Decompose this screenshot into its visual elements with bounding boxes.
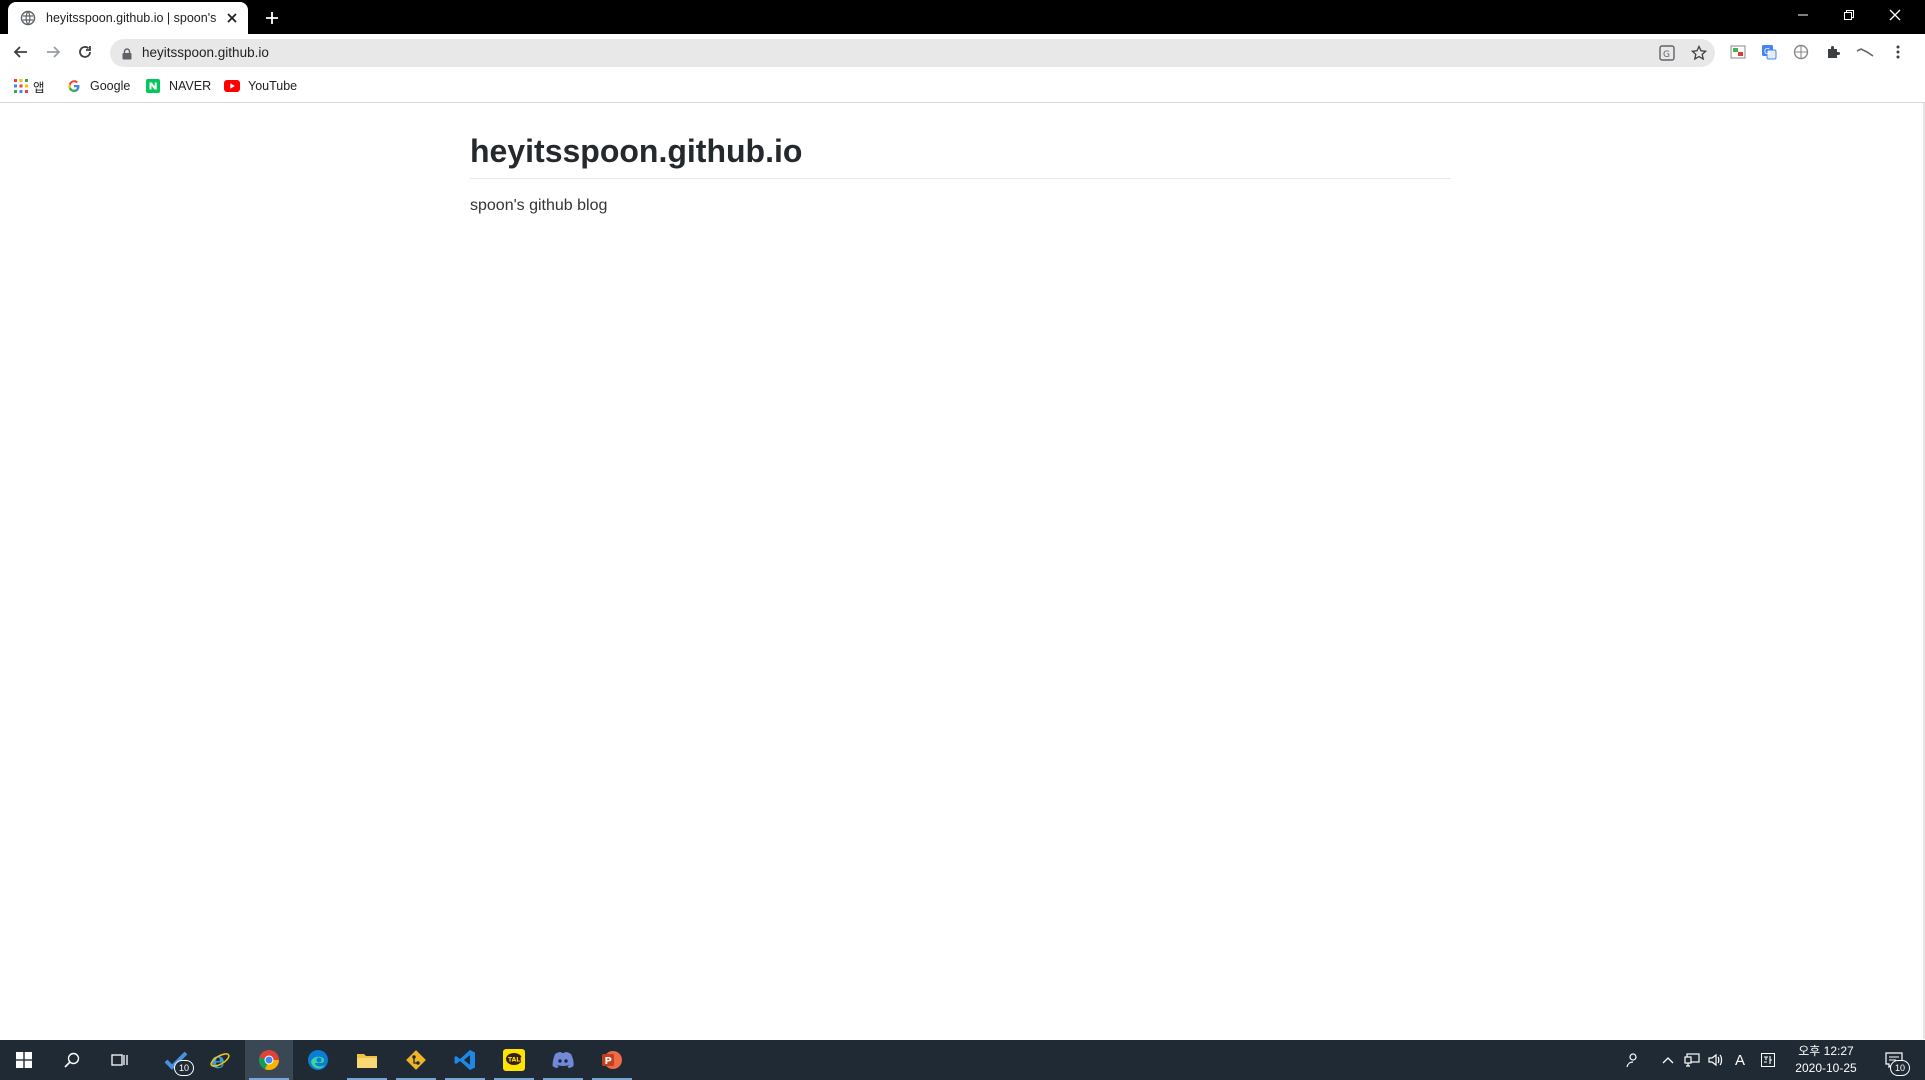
powerpoint-icon: P <box>602 1051 622 1069</box>
taskbar-git[interactable] <box>392 1040 440 1080</box>
svg-text:P: P <box>605 1056 612 1067</box>
clock-time: 오후 12:27 <box>1798 1044 1854 1058</box>
search-icon <box>64 1052 80 1068</box>
git-icon <box>406 1050 426 1070</box>
taskbar-edge[interactable] <box>294 1040 342 1080</box>
internet-explorer-icon: e <box>210 1049 230 1071</box>
puzzle-icon[interactable] <box>1823 42 1843 62</box>
bookmark-naver[interactable]: NAVER <box>145 77 211 95</box>
taskbar-file-explorer[interactable] <box>343 1040 391 1080</box>
discord-icon <box>552 1052 574 1068</box>
start-button[interactable] <box>0 1040 48 1080</box>
bookmark-label: YouTube <box>248 79 298 93</box>
taskbar-kakaotalk[interactable]: TALK <box>490 1040 538 1080</box>
back-button[interactable] <box>9 40 33 64</box>
svg-text:G: G <box>1663 50 1670 60</box>
tab-strip: heyitsspoon.github.io | spoon's github b… <box>0 0 1925 34</box>
taskbar-internet-explorer[interactable]: e <box>196 1040 244 1080</box>
globe-icon <box>20 10 36 26</box>
star-icon[interactable] <box>1689 43 1709 63</box>
vscode-icon <box>454 1050 475 1070</box>
reload-button[interactable] <box>73 40 97 64</box>
page-content: heyitsspoon.github.io spoon's github blo… <box>470 133 1451 215</box>
back-icon <box>13 46 27 58</box>
tab-title: heyitsspoon.github.io | spoon's github b… <box>46 11 218 25</box>
search-button[interactable] <box>48 1040 96 1080</box>
extension-image-icon[interactable] <box>1728 42 1748 62</box>
browser-tab[interactable]: heyitsspoon.github.io | spoon's github b… <box>8 2 248 34</box>
notification-badge: 10 <box>1890 1060 1910 1076</box>
naver-icon <box>145 78 161 94</box>
globe-extension-icon[interactable] <box>1791 42 1811 62</box>
network-icon[interactable] <box>1680 1040 1704 1080</box>
taskbar-powerpoint[interactable]: P <box>588 1040 636 1080</box>
bookmarks-bar: 앱 Google NAVER YouTube <box>0 70 1925 103</box>
google-translate-extension-icon[interactable]: G <box>1759 42 1779 62</box>
reload-icon <box>79 46 91 58</box>
apps-label: 앱 <box>33 80 45 95</box>
browser-toolbar: heyitsspoon.github.io G G <box>0 34 1925 70</box>
volume-icon[interactable] <box>1704 1040 1728 1080</box>
minimize-button[interactable] <box>1780 0 1826 30</box>
taskbar-discord[interactable] <box>539 1040 587 1080</box>
clock-date: 2020-10-25 <box>1795 1061 1857 1075</box>
forward-icon <box>47 46 61 58</box>
apps-grid-icon <box>13 78 29 94</box>
chrome-icon <box>258 1050 280 1071</box>
address-bar[interactable]: heyitsspoon.github.io G <box>110 39 1715 67</box>
close-window-button[interactable] <box>1872 0 1918 30</box>
forward-button[interactable] <box>41 40 65 64</box>
kakaotalk-icon: TALK <box>503 1049 525 1071</box>
taskbar-todo[interactable]: 10 <box>152 1040 200 1080</box>
taskbar: 10 e TALK P A 오후 12:27 2020-10-25 10 <box>0 1040 1925 1080</box>
lock-icon[interactable] <box>122 47 132 65</box>
folder-icon <box>357 1054 377 1068</box>
apps-shortcut[interactable]: 앱 <box>13 77 45 95</box>
bookmark-label: Google <box>90 79 131 93</box>
profile-icon[interactable] <box>1855 42 1875 62</box>
chevron-up-icon[interactable] <box>1656 1040 1680 1080</box>
taskbar-vscode[interactable] <box>441 1040 489 1080</box>
task-view-button[interactable] <box>96 1040 144 1080</box>
bookmark-label: NAVER <box>169 79 212 93</box>
menu-icon[interactable] <box>1888 42 1908 62</box>
page-title[interactable]: heyitsspoon.github.io <box>470 133 1451 179</box>
new-tab-button[interactable] <box>260 6 284 30</box>
close-tab-icon[interactable] <box>224 10 240 26</box>
translate-icon[interactable]: G <box>1657 43 1677 63</box>
todo-badge: 10 <box>174 1060 194 1076</box>
windows-icon <box>16 1052 32 1068</box>
svg-text:TALK: TALK <box>508 1057 525 1064</box>
bookmark-youtube[interactable]: YouTube <box>224 77 297 95</box>
restore-button[interactable] <box>1826 0 1872 30</box>
page-description: spoon's github blog <box>470 197 608 214</box>
ime-mode-label[interactable]: A <box>1728 1040 1752 1080</box>
url-text[interactable]: heyitsspoon.github.io <box>142 45 269 60</box>
taskbar-clock[interactable]: 오후 12:27 2020-10-25 <box>1786 1043 1866 1077</box>
edge-icon <box>308 1050 328 1070</box>
task-view-icon <box>111 1054 128 1066</box>
google-icon <box>66 78 82 94</box>
youtube-icon <box>224 78 240 94</box>
ime-keyboard-icon[interactable] <box>1756 1040 1780 1080</box>
bookmark-google[interactable]: Google <box>66 77 130 95</box>
taskbar-chrome[interactable] <box>245 1040 293 1080</box>
people-icon[interactable] <box>1620 1040 1644 1080</box>
svg-text:G: G <box>1764 47 1770 56</box>
page-viewport: heyitsspoon.github.io spoon's github blo… <box>0 103 1925 1039</box>
action-center-button[interactable]: 10 <box>1874 1040 1914 1080</box>
